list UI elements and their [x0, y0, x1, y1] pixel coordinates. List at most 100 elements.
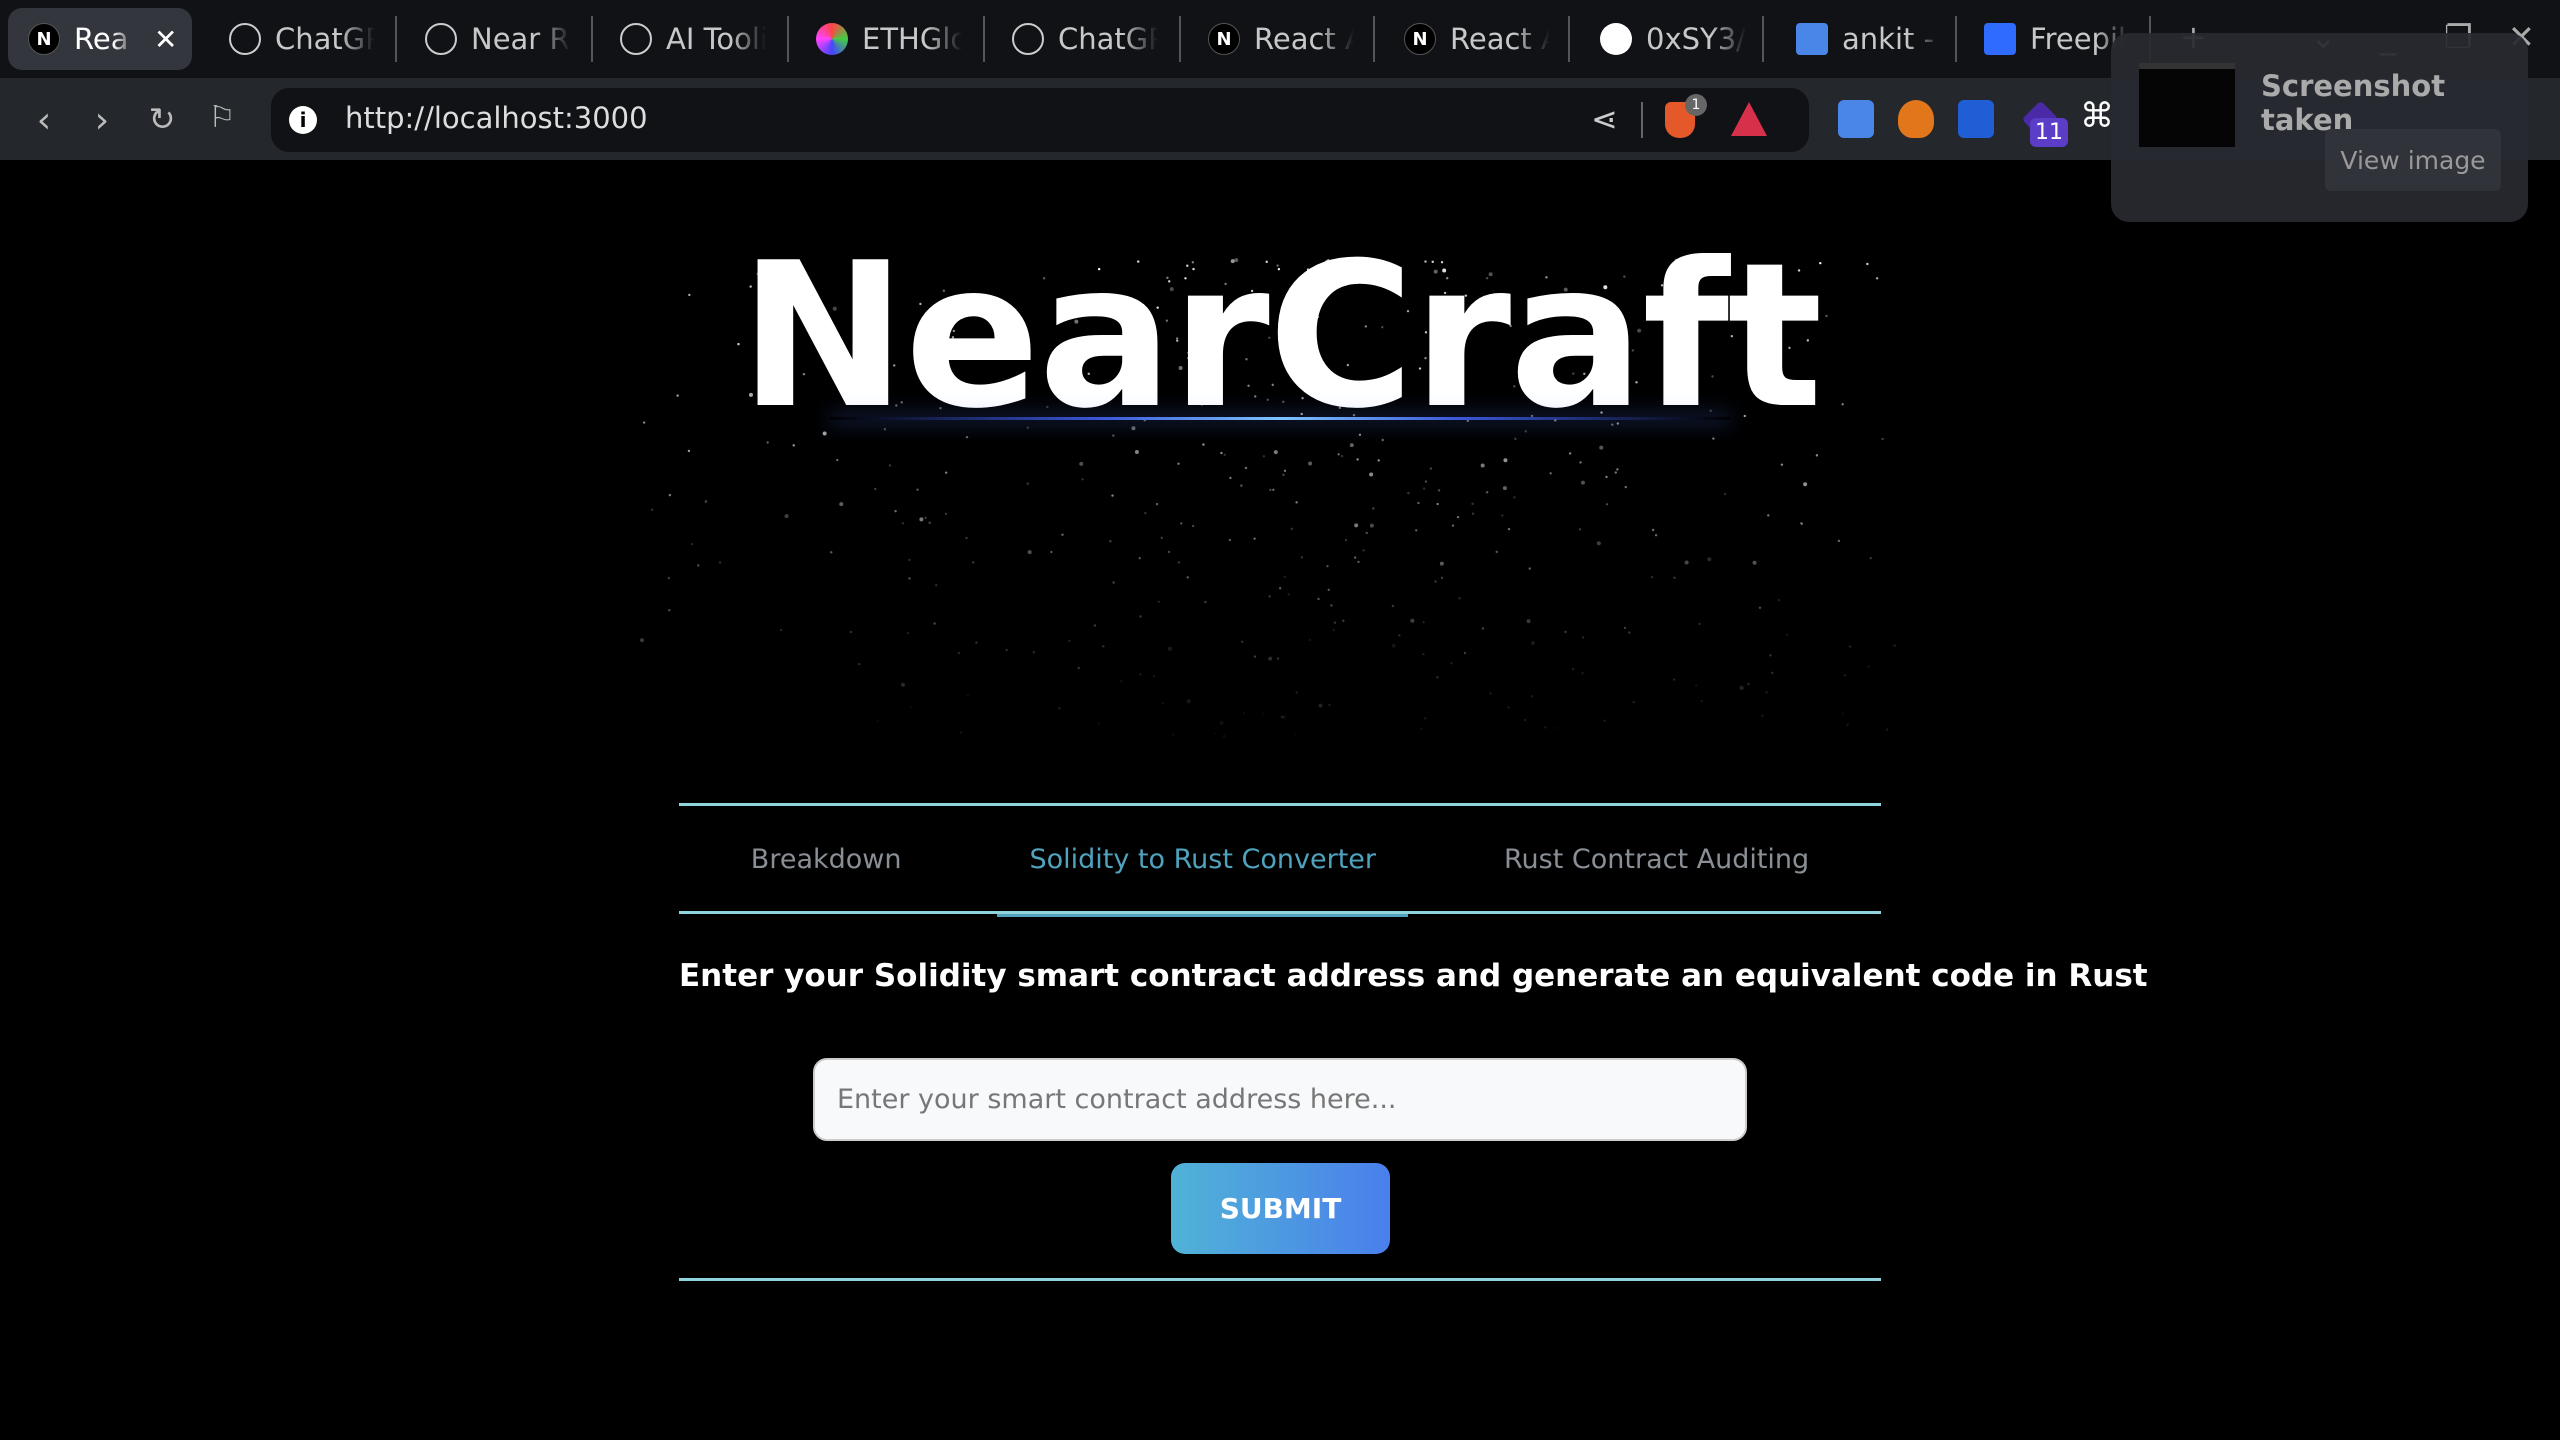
command-icon[interactable]: ⌘	[2080, 96, 2114, 136]
star-particle	[1262, 455, 1266, 458]
share-icon[interactable]: ⋖	[1591, 100, 1618, 138]
tab-rust-auditing[interactable]: Rust Contract Auditing	[1472, 806, 1841, 913]
star-particle	[1228, 538, 1232, 542]
forward-button[interactable]: ›	[82, 100, 122, 141]
star-particle	[1501, 514, 1504, 517]
star-particle	[1157, 600, 1160, 604]
submit-button[interactable]: SUBMIT	[1171, 1163, 1390, 1254]
star-particle	[1436, 502, 1439, 506]
back-button[interactable]: ‹	[24, 100, 64, 141]
tab-separator	[1762, 16, 1764, 62]
star-particle	[1528, 567, 1531, 570]
star-particle	[1422, 621, 1425, 624]
star-particle	[1471, 512, 1475, 515]
star-particle	[1564, 630, 1567, 634]
star-particle	[957, 651, 961, 655]
star-particle	[1420, 727, 1423, 730]
browser-tab[interactable]: N Rea ✕	[8, 8, 192, 70]
star-particle	[1180, 522, 1183, 525]
star-particle	[1308, 461, 1313, 466]
star-particle	[1050, 550, 1053, 554]
star-particle	[908, 577, 911, 580]
tab-separator	[1568, 16, 1570, 62]
brave-rewards-icon[interactable]	[1731, 102, 1767, 136]
star-particle	[1651, 528, 1655, 532]
star-particle	[1240, 640, 1244, 643]
star-particle	[1605, 503, 1609, 506]
star-particle	[1167, 550, 1171, 554]
star-particle	[1848, 645, 1852, 648]
screenshot-thumbnail[interactable]	[2139, 63, 2235, 147]
star-particle	[1424, 480, 1428, 483]
star-particle	[640, 638, 645, 643]
reload-button[interactable]: ↻	[142, 100, 182, 138]
star-particle	[1058, 707, 1061, 710]
tab-breakdown[interactable]: Breakdown	[719, 806, 934, 913]
star-particle	[1155, 502, 1159, 506]
browser-tab[interactable]: N React A	[1404, 8, 1550, 70]
star-particle	[1377, 459, 1380, 462]
tab-title: 0xSY3/	[1646, 22, 1746, 56]
star-particle	[1771, 671, 1774, 675]
tab-title: React A	[1254, 22, 1354, 56]
browser-tab[interactable]: Near Ru	[425, 8, 571, 70]
star-particle	[1650, 576, 1654, 579]
star-particle	[839, 502, 844, 507]
address-bar[interactable]: i http://localhost:3000 ⋖ 1	[271, 88, 1809, 152]
google-docs-icon	[1796, 23, 1828, 55]
metamask-icon[interactable]	[1898, 100, 1934, 138]
star-particle	[1295, 691, 1298, 694]
star-particle	[779, 628, 783, 632]
star-particle	[1739, 685, 1744, 690]
star-particle	[1332, 628, 1335, 632]
star-particle	[1167, 646, 1172, 651]
site-info-icon[interactable]: i	[289, 106, 317, 134]
bitwarden-icon[interactable]	[1958, 100, 1994, 138]
view-image-button[interactable]: View image	[2325, 129, 2501, 191]
browser-tab[interactable]: ankit - (	[1796, 8, 1942, 70]
star-particle	[1354, 523, 1359, 528]
nextjs-icon: N	[1404, 23, 1436, 55]
browser-tab[interactable]: ETHGlo	[816, 8, 962, 70]
browser-tab[interactable]: N React A	[1208, 8, 1354, 70]
star-particle	[1171, 733, 1175, 737]
star-particle	[1283, 469, 1287, 473]
star-particle	[1068, 639, 1071, 643]
star-particle	[1109, 540, 1112, 543]
tab-title: ChatGP	[275, 22, 375, 56]
star-particle	[1005, 648, 1008, 652]
star-particle	[906, 631, 910, 635]
title-glow	[830, 417, 1730, 420]
browser-tab[interactable]: 0xSY3/	[1600, 8, 1746, 70]
star-particle	[1800, 522, 1804, 526]
close-tab-icon[interactable]: ✕	[154, 23, 177, 56]
star-particle	[1290, 527, 1294, 531]
star-particle	[1451, 524, 1455, 527]
star-particle	[934, 583, 938, 587]
star-particle	[1369, 472, 1374, 477]
tab-title: Rea	[74, 22, 129, 56]
browser-tab[interactable]: Freepik	[1984, 8, 2130, 70]
star-particle	[1160, 536, 1163, 540]
star-particle	[1102, 645, 1105, 648]
star-particle	[1276, 657, 1280, 660]
star-particle	[1317, 597, 1320, 601]
star-particle	[1673, 576, 1676, 579]
screenshot-notification: Screenshot taken View image	[2111, 33, 2528, 222]
star-particle	[1596, 541, 1601, 546]
browser-tab[interactable]: ChatGP	[1012, 8, 1158, 70]
star-particle	[924, 516, 927, 520]
google-translate-icon[interactable]	[1838, 100, 1874, 138]
star-particle	[1495, 550, 1498, 554]
browser-tab[interactable]: ChatGP	[229, 8, 375, 70]
star-particle	[1139, 673, 1142, 676]
star-particle	[697, 564, 700, 567]
star-particle	[1434, 580, 1437, 583]
star-particle	[1549, 472, 1552, 475]
star-particle	[1244, 466, 1248, 470]
browser-tab[interactable]: AI Tooli	[620, 8, 766, 70]
bookmark-icon[interactable]: ⚐	[202, 100, 242, 135]
contract-address-input[interactable]	[813, 1058, 1747, 1141]
tab-solidity-to-rust[interactable]: Solidity to Rust Converter	[997, 806, 1408, 917]
url-text[interactable]: http://localhost:3000	[345, 101, 648, 135]
